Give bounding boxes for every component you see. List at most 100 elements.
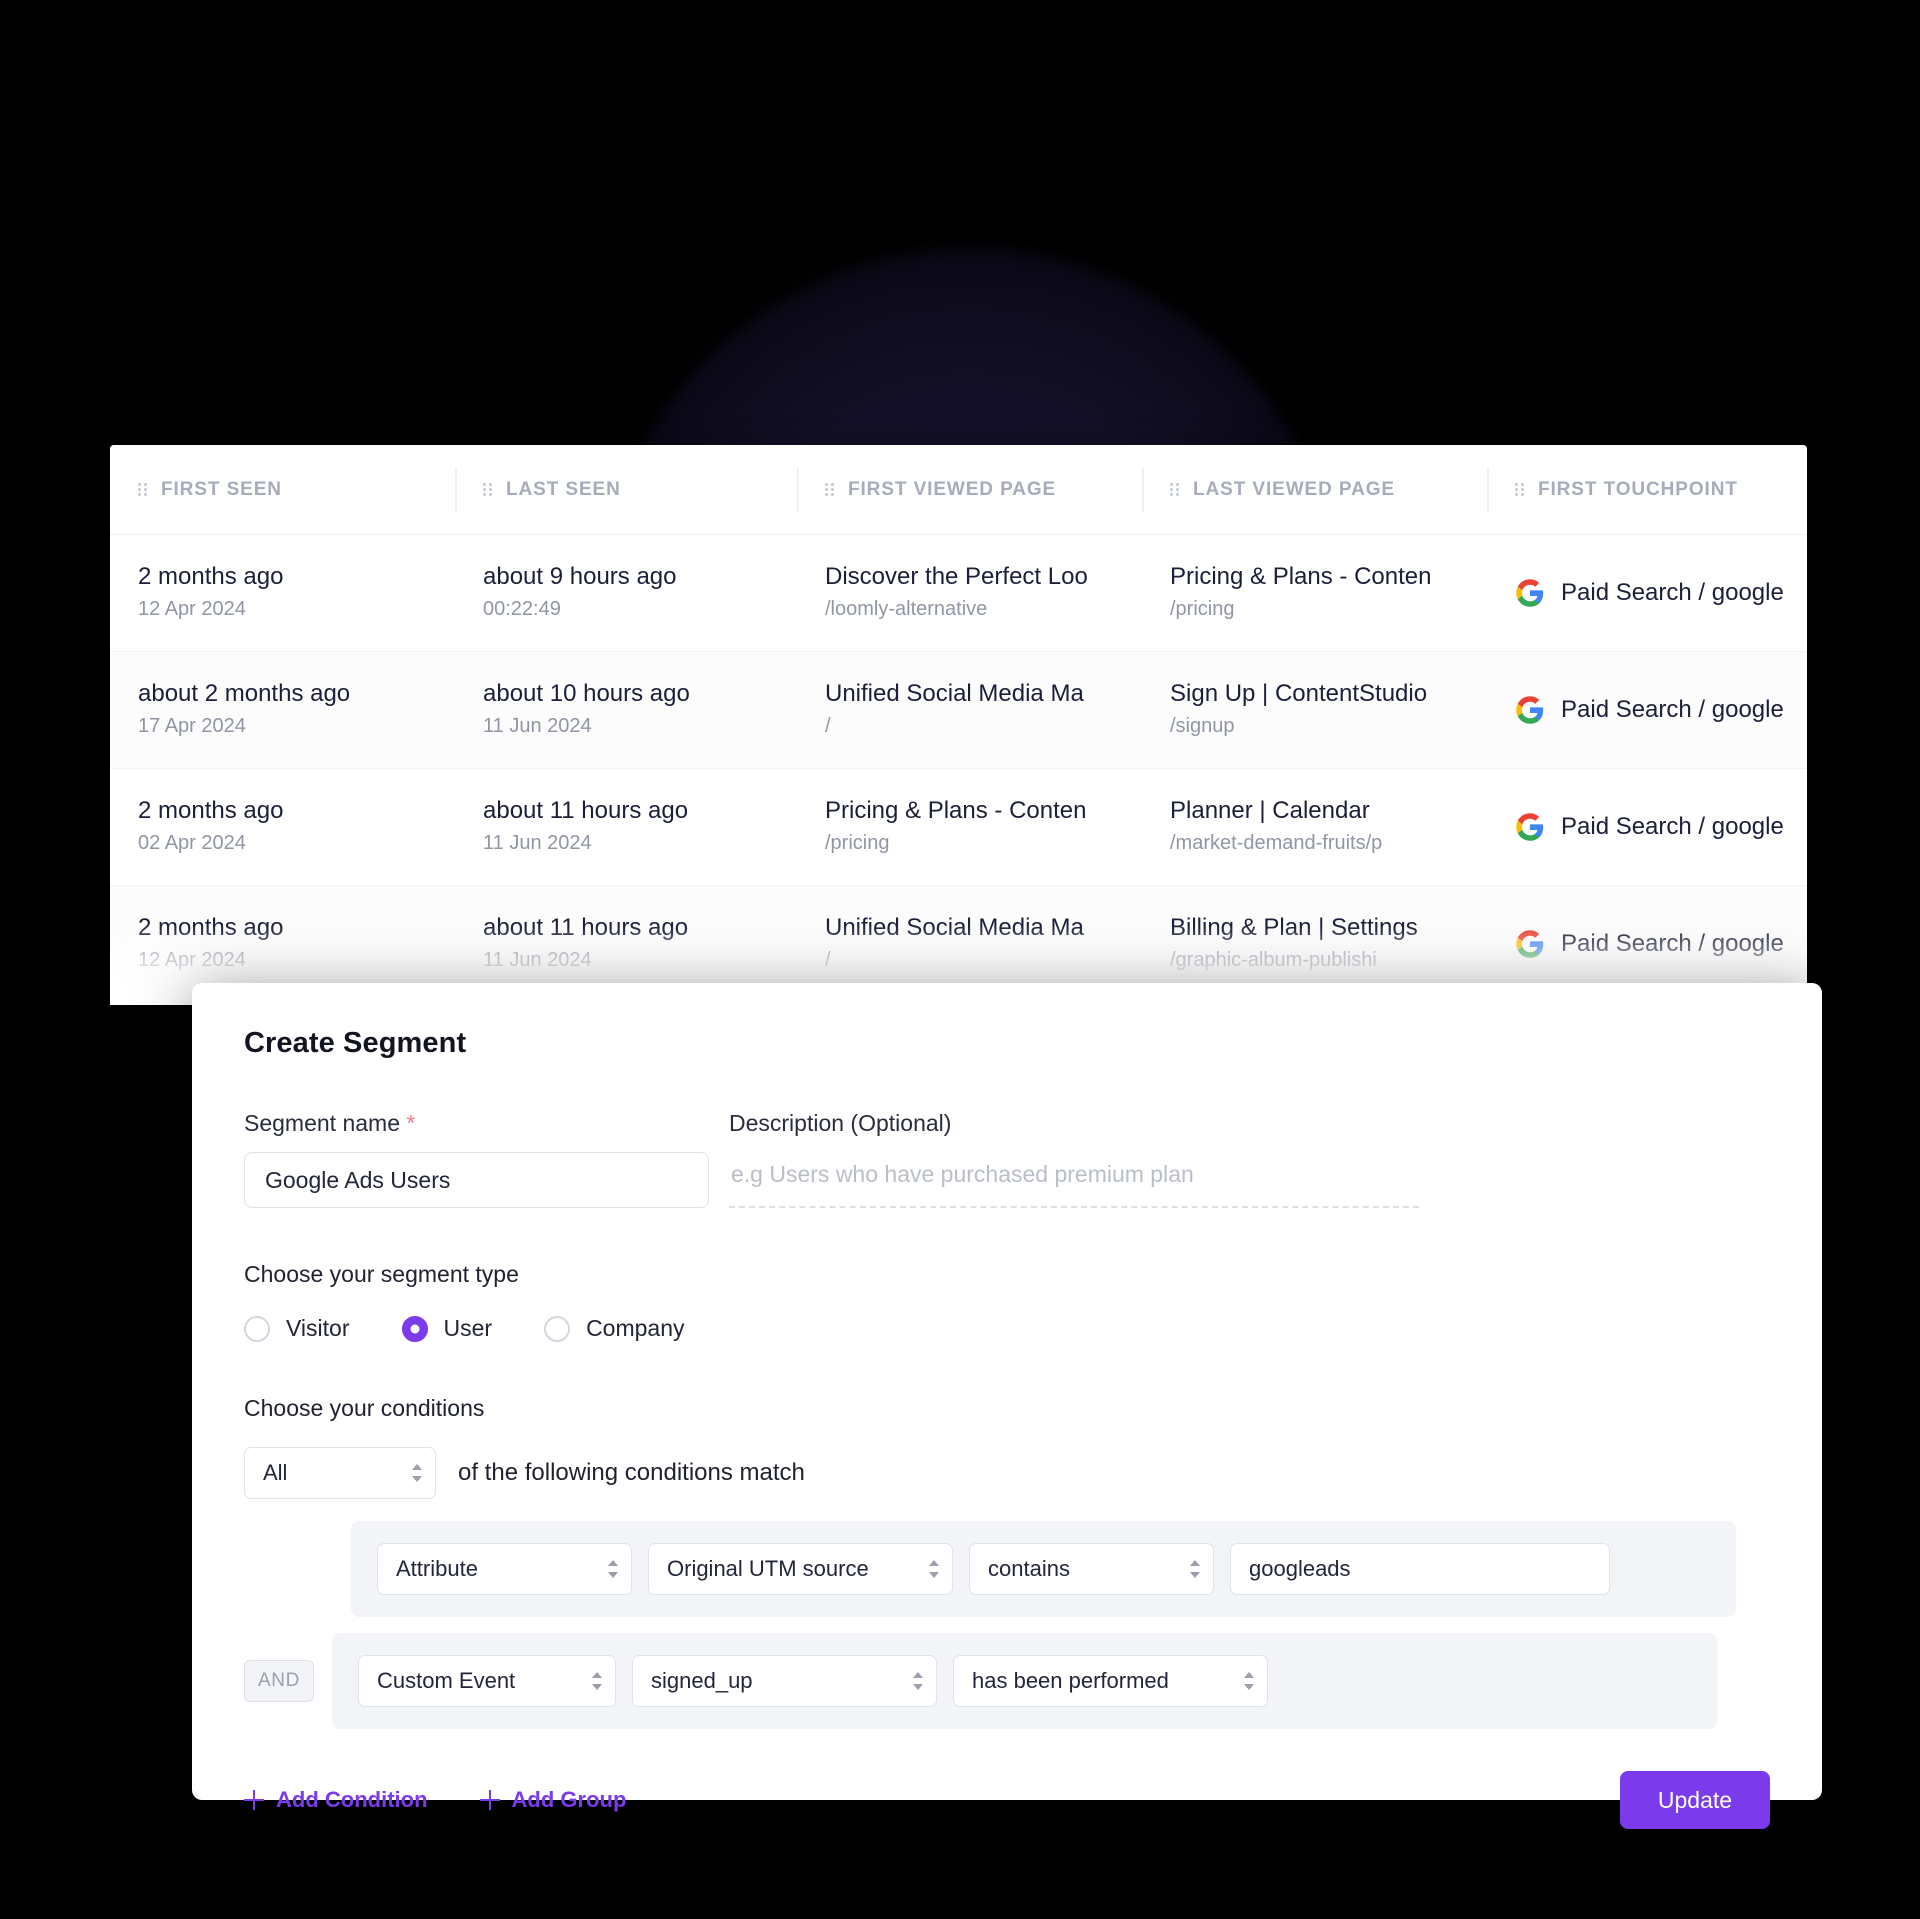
cell-first-seen: about 2 months ago 17 Apr 2024 <box>110 679 455 742</box>
add-group-label: Add Group <box>511 1787 627 1812</box>
table-row[interactable]: about 2 months ago 17 Apr 2024 about 10 … <box>110 652 1807 769</box>
cell-primary-text: about 11 hours ago <box>483 913 689 941</box>
cell-primary-text: 2 months ago <box>138 913 284 941</box>
condition-1-attribute-select[interactable]: Original UTM source <box>648 1543 953 1595</box>
add-group-button[interactable]: Add Group <box>479 1787 627 1813</box>
condition-2-event-select[interactable]: signed_up <box>632 1655 937 1707</box>
condition-1-value-input[interactable] <box>1230 1543 1610 1595</box>
column-header-first-viewed-page[interactable]: FIRST VIEWED PAGE <box>797 464 1142 516</box>
cell-secondary-text: 12 Apr 2024 <box>138 949 246 972</box>
touchpoint-label: Paid Search / google <box>1561 579 1784 606</box>
cell-first-touchpoint: Paid Search / google <box>1487 695 1807 725</box>
chevron-updown-icon <box>411 1464 422 1482</box>
segment-name-field-group: Segment name * <box>244 1110 709 1208</box>
cell-first-touchpoint: Paid Search / google <box>1487 578 1807 608</box>
update-button[interactable]: Update <box>1620 1771 1770 1829</box>
modal-footer: Add Condition Add Group Update <box>244 1771 1770 1829</box>
add-condition-button[interactable]: Add Condition <box>244 1787 428 1813</box>
cell-secondary-text: /graphic-album-publishi <box>1170 949 1377 972</box>
segment-name-label-text: Segment name <box>244 1110 400 1136</box>
chevron-updown-icon <box>591 1672 602 1690</box>
chevron-updown-icon <box>1243 1672 1254 1690</box>
cell-last-seen: about 11 hours ago 11 Jun 2024 <box>455 796 797 859</box>
cell-secondary-text: /signup <box>1170 715 1235 738</box>
add-condition-label: Add Condition <box>276 1787 428 1812</box>
cell-first-seen: 2 months ago 12 Apr 2024 <box>110 562 455 625</box>
radio-circle-icon[interactable] <box>244 1315 270 1342</box>
cell-last-seen: about 11 hours ago 11 Jun 2024 <box>455 913 797 976</box>
drag-handle-icon[interactable] <box>138 482 147 497</box>
cell-secondary-text: 12 Apr 2024 <box>138 598 246 621</box>
cell-primary-text: about 9 hours ago <box>483 562 677 590</box>
drag-handle-icon[interactable] <box>1515 482 1524 497</box>
radio-circle-icon[interactable] <box>544 1315 571 1342</box>
radio-label: Visitor <box>286 1315 350 1341</box>
table-header-row: FIRST SEEN LAST SEEN FIRST VIEWED PAGE L… <box>110 445 1807 535</box>
chevron-updown-icon <box>1189 1560 1200 1578</box>
condition-joiner-and[interactable]: AND <box>244 1660 314 1702</box>
column-header-last-viewed-page[interactable]: LAST VIEWED PAGE <box>1142 464 1487 516</box>
cell-first-viewed-page: Unified Social Media Ma / <box>797 679 1142 742</box>
column-header-last-seen[interactable]: LAST SEEN <box>455 464 797 516</box>
cell-primary-text: Sign Up | ContentStudio <box>1170 679 1428 707</box>
condition-1-attribute-value: Original UTM source <box>667 1556 869 1581</box>
radio-circle-selected-icon[interactable] <box>401 1315 428 1342</box>
name-and-description-row: Segment name * Description (Optional) <box>244 1110 1770 1208</box>
condition-2-type-select[interactable]: Custom Event <box>358 1655 616 1707</box>
segment-type-radio-group: Visitor User Company <box>244 1315 1770 1342</box>
touchpoint-label: Paid Search / google <box>1561 813 1784 840</box>
match-mode-select[interactable]: All <box>244 1447 436 1499</box>
condition-1-operator-select[interactable]: contains <box>969 1543 1214 1595</box>
chevron-updown-icon <box>912 1672 923 1690</box>
chevron-updown-icon <box>928 1560 939 1578</box>
cell-secondary-text: 17 Apr 2024 <box>138 715 246 738</box>
column-header-label: FIRST SEEN <box>161 478 282 500</box>
cell-last-viewed-page: Pricing & Plans - Conten /pricing <box>1142 562 1487 625</box>
required-asterisk: * <box>406 1110 416 1136</box>
cell-primary-text: Pricing & Plans - Conten <box>1170 562 1432 590</box>
condition-group-1: Attribute Original UTM source contains <box>351 1521 1736 1617</box>
cell-primary-text: 2 months ago <box>138 796 284 824</box>
cell-primary-text: about 11 hours ago <box>483 796 689 824</box>
app-root: FIRST SEEN LAST SEEN FIRST VIEWED PAGE L… <box>0 0 1920 1919</box>
table-row[interactable]: 2 months ago 02 Apr 2024 about 11 hours … <box>110 769 1807 886</box>
condition-1-type-value: Attribute <box>396 1556 478 1581</box>
google-icon <box>1516 813 1544 841</box>
radio-option-user[interactable]: User <box>401 1315 492 1342</box>
cell-primary-text: Billing & Plan | Settings <box>1170 913 1418 941</box>
condition-1-operator-value: contains <box>988 1556 1070 1581</box>
google-icon <box>1516 579 1544 607</box>
radio-option-company[interactable]: Company <box>544 1315 685 1342</box>
condition-1-type-select[interactable]: Attribute <box>377 1543 632 1595</box>
condition-2-operator-select[interactable]: has been performed <box>953 1655 1268 1707</box>
google-icon <box>1516 696 1544 724</box>
table-row[interactable]: 2 months ago 12 Apr 2024 about 9 hours a… <box>110 535 1807 652</box>
segment-type-section-label: Choose your segment type <box>244 1261 519 1287</box>
cell-secondary-text: 11 Jun 2024 <box>483 949 592 972</box>
segment-name-input[interactable] <box>244 1152 709 1208</box>
radio-label: Company <box>586 1315 685 1341</box>
cell-secondary-text: /market-demand-fruits/p <box>1170 832 1383 855</box>
cell-secondary-text: 11 Jun 2024 <box>483 715 592 738</box>
column-header-first-touchpoint[interactable]: FIRST TOUCHPOINT <box>1487 464 1807 516</box>
column-header-first-seen[interactable]: FIRST SEEN <box>110 464 455 516</box>
drag-handle-icon[interactable] <box>483 482 492 497</box>
radio-option-visitor[interactable]: Visitor <box>244 1315 350 1342</box>
cell-secondary-text: 11 Jun 2024 <box>483 832 592 855</box>
match-mode-description: of the following conditions match <box>458 1459 805 1486</box>
cell-secondary-text: /pricing <box>825 832 890 855</box>
description-input[interactable] <box>729 1152 1419 1208</box>
cell-last-viewed-page: Planner | Calendar /market-demand-fruits… <box>1142 796 1487 859</box>
cell-primary-text: 2 months ago <box>138 562 284 590</box>
drag-handle-icon[interactable] <box>825 482 834 497</box>
condition-2-type-value: Custom Event <box>377 1668 516 1693</box>
cell-first-seen: 2 months ago 12 Apr 2024 <box>110 913 455 976</box>
google-icon <box>1516 930 1544 958</box>
cell-primary-text: Unified Social Media Ma <box>825 913 1084 941</box>
plus-icon <box>479 1790 500 1810</box>
cell-first-viewed-page: Pricing & Plans - Conten /pricing <box>797 796 1142 859</box>
condition-2-event-value: signed_up <box>651 1668 753 1693</box>
cell-last-viewed-page: Sign Up | ContentStudio /signup <box>1142 679 1487 742</box>
drag-handle-icon[interactable] <box>1170 482 1179 497</box>
touchpoint-label: Paid Search / google <box>1561 930 1784 957</box>
